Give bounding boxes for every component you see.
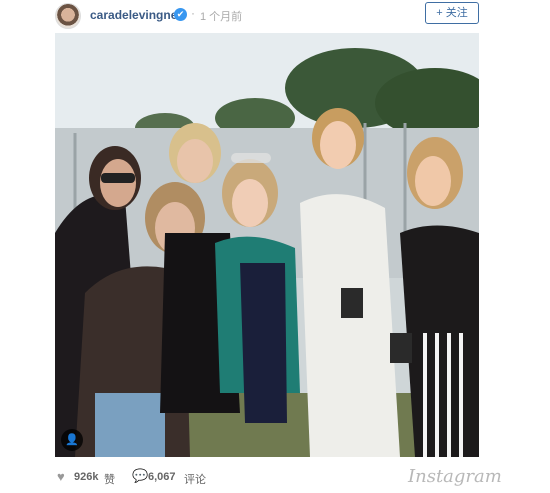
- post-timestamp: 1 个月前: [200, 11, 243, 23]
- like-count: 926k: [74, 471, 99, 483]
- post-footer: ♥ 926k 赞 💬 6,067 评论 Instagram: [0, 466, 550, 493]
- username-link[interactable]: caradelevingne: [90, 8, 177, 22]
- heart-icon[interactable]: ♥: [57, 469, 65, 484]
- person-tag-icon[interactable]: 👤: [61, 429, 83, 451]
- like-label: 赞: [104, 474, 115, 486]
- profile-avatar[interactable]: [55, 3, 81, 29]
- comment-count: 6,067: [148, 471, 176, 483]
- post-photo[interactable]: 👤: [55, 33, 479, 457]
- verified-check-icon: ✔: [174, 8, 187, 21]
- separator-dot: ·: [191, 6, 195, 20]
- comment-icon[interactable]: 💬: [132, 468, 148, 484]
- follow-button[interactable]: + 关注: [425, 2, 479, 24]
- instagram-logo: Instagram: [408, 466, 502, 487]
- comment-label: 评论: [184, 474, 206, 486]
- post-header: caradelevingne ✔ · 1 个月前 + 关注: [0, 0, 550, 32]
- photo-illustration: [55, 33, 479, 457]
